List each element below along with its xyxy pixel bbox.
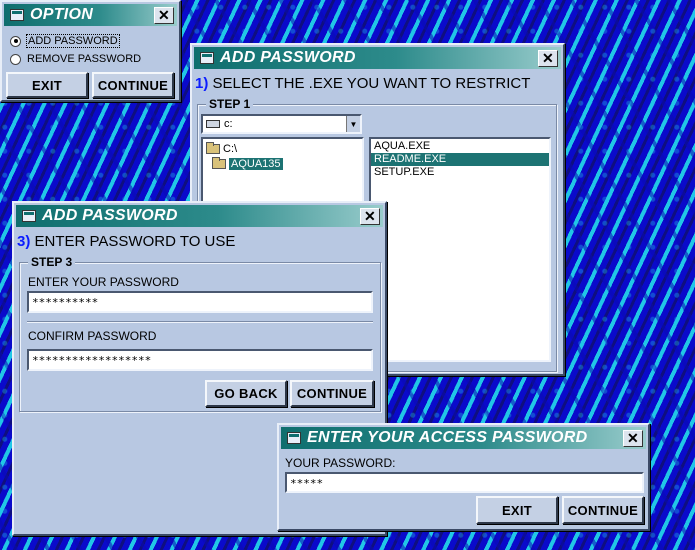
radio-button[interactable] — [10, 53, 21, 65]
option-titlebar[interactable]: OPTION ✕ — [4, 4, 177, 26]
radio-label: ADD PASSWORD — [26, 34, 120, 48]
window-icon — [22, 210, 36, 222]
radio-remove-password[interactable]: REMOVE PASSWORD — [10, 53, 141, 65]
select-exe-titlebar[interactable]: ADD PASSWORD ✕ — [194, 47, 561, 69]
drive-value: c: — [224, 118, 233, 130]
window-icon — [200, 52, 214, 64]
access-password-field[interactable]: ***** — [285, 472, 644, 493]
step3-heading-text: ENTER PASSWORD TO USE — [34, 233, 236, 250]
option-title: OPTION — [30, 6, 94, 23]
confirm-password-field[interactable]: ****************** — [27, 349, 373, 371]
access-password-titlebar[interactable]: ENTER YOUR ACCESS PASSWORD ✕ — [281, 427, 646, 449]
folder-icon — [206, 141, 220, 154]
step-number: 1) — [195, 75, 209, 92]
file-list[interactable]: AQUA.EXE README.EXE SETUP.EXE — [369, 137, 551, 362]
continue-button[interactable]: CONTINUE — [92, 72, 174, 98]
step1-heading-text: SELECT THE .EXE YOU WANT TO RESTRICT — [212, 75, 531, 92]
radio-label: REMOVE PASSWORD — [27, 53, 142, 65]
continue-button[interactable]: CONTINUE — [562, 496, 644, 524]
access-password-window: ENTER YOUR ACCESS PASSWORD ✕ YOUR PASSWO… — [277, 423, 650, 531]
enter-password-titlebar[interactable]: ADD PASSWORD ✕ — [16, 205, 383, 227]
select-exe-title: ADD PASSWORD — [220, 49, 356, 66]
close-icon[interactable]: ✕ — [154, 6, 174, 24]
file-item[interactable]: AQUA.EXE — [371, 140, 549, 153]
divider — [27, 321, 373, 323]
close-icon[interactable]: ✕ — [538, 49, 558, 67]
step3-heading: 3) ENTER PASSWORD TO USE — [17, 233, 235, 250]
continue-button[interactable]: CONTINUE — [290, 380, 374, 407]
directory-item-root[interactable]: C:\ — [206, 141, 359, 156]
step-number: 3) — [17, 233, 31, 250]
directory-label: C:\ — [223, 142, 238, 155]
window-icon — [10, 9, 24, 21]
drive-icon — [206, 120, 220, 128]
exit-button[interactable]: EXIT — [6, 72, 88, 98]
password-field[interactable]: ********** — [27, 291, 373, 313]
group-label: STEP 1 — [206, 97, 254, 111]
drive-select[interactable]: c: ▼ — [201, 114, 362, 134]
radio-button-checked[interactable] — [10, 35, 21, 47]
password-label: ENTER YOUR PASSWORD — [28, 275, 179, 289]
option-window: OPTION ✕ ADD PASSWORD REMOVE PASSWORD EX… — [0, 0, 181, 102]
step1-heading: 1) SELECT THE .EXE YOU WANT TO RESTRICT — [195, 75, 530, 92]
close-icon[interactable]: ✕ — [360, 207, 380, 225]
window-icon — [287, 432, 301, 444]
radio-add-password[interactable]: ADD PASSWORD — [10, 34, 120, 48]
go-back-button[interactable]: GO BACK — [205, 380, 287, 407]
confirm-password-label: CONFIRM PASSWORD — [28, 329, 157, 343]
your-password-label: YOUR PASSWORD: — [285, 456, 396, 470]
folder-icon — [212, 156, 226, 169]
access-password-title: ENTER YOUR ACCESS PASSWORD — [307, 429, 588, 446]
directory-item-aqua135[interactable]: AQUA135 — [206, 156, 359, 171]
close-icon[interactable]: ✕ — [623, 429, 643, 447]
enter-password-title: ADD PASSWORD — [42, 207, 178, 224]
dropdown-arrow-icon[interactable]: ▼ — [346, 116, 360, 132]
directory-label: AQUA135 — [229, 157, 283, 170]
exit-button[interactable]: EXIT — [476, 496, 558, 524]
group-label: STEP 3 — [28, 255, 76, 269]
file-item[interactable]: SETUP.EXE — [371, 166, 549, 179]
file-item-selected[interactable]: README.EXE — [371, 153, 549, 166]
